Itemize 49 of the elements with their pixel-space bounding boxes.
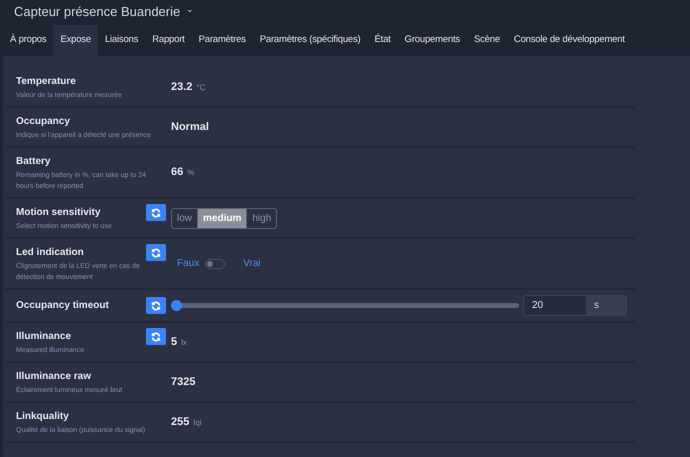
refresh-button[interactable]: [146, 297, 166, 314]
unit-text: lqi: [193, 416, 202, 429]
false-label: Faux: [177, 257, 200, 271]
dropdown-caret[interactable]: ⌄: [186, 3, 194, 17]
setting-name: Led indication: [16, 246, 84, 260]
value-text: 255: [171, 414, 190, 430]
refresh-button[interactable]: [146, 204, 166, 221]
unit-text: %: [187, 167, 194, 180]
slider-track[interactable]: [171, 300, 519, 311]
refresh-icon: [151, 300, 161, 310]
tab[interactable]: Liaisons: [98, 25, 146, 56]
value-text: 5: [171, 334, 178, 350]
tab[interactable]: Paramètres (spécifiques): [252, 25, 368, 56]
device-title: Capteur présence Buanderie: [14, 3, 180, 22]
tab[interactable]: À propos: [3, 25, 54, 56]
number-input[interactable]: 20 s: [523, 295, 627, 316]
refresh-button[interactable]: [146, 328, 166, 345]
toggle-switch[interactable]: [205, 258, 226, 268]
option-button[interactable]: high: [246, 208, 276, 228]
setting-name: Occupancy timeout: [16, 299, 109, 313]
setting-name: Motion sensitivity: [16, 206, 100, 220]
value-text: 23.2: [171, 80, 192, 95]
input-value: 20: [524, 296, 586, 315]
refresh-icon: [151, 208, 161, 218]
setting-name: Temperature: [16, 75, 76, 89]
setting-name: Battery: [16, 155, 50, 169]
tab[interactable]: Paramètres: [192, 25, 253, 56]
value-text: 7325: [171, 374, 196, 390]
unit-text: s: [586, 296, 626, 315]
slider-thumb[interactable]: [171, 300, 182, 311]
setting-name: Illuminance raw: [16, 370, 92, 384]
refresh-icon: [151, 248, 161, 258]
unit-text: °C: [196, 82, 206, 94]
tab[interactable]: Groupements: [398, 25, 467, 56]
option-button[interactable]: low: [172, 208, 198, 228]
refresh-icon: [151, 332, 161, 342]
setting-name: Illuminance: [16, 330, 72, 344]
tab[interactable]: Scène: [466, 25, 507, 56]
tab[interactable]: Expose: [53, 25, 98, 56]
setting-name: Occupancy: [16, 115, 70, 129]
refresh-button[interactable]: [146, 244, 166, 261]
tab[interactable]: État: [368, 25, 398, 56]
tab[interactable]: Rapport: [145, 25, 192, 56]
value-text: 66: [171, 165, 184, 180]
true-label: Vrai: [243, 257, 261, 271]
unit-text: lx: [181, 336, 187, 349]
setting-name: Linkquality: [16, 410, 69, 424]
tab[interactable]: Console de développement: [506, 25, 632, 56]
value-text: Normal: [171, 120, 209, 135]
